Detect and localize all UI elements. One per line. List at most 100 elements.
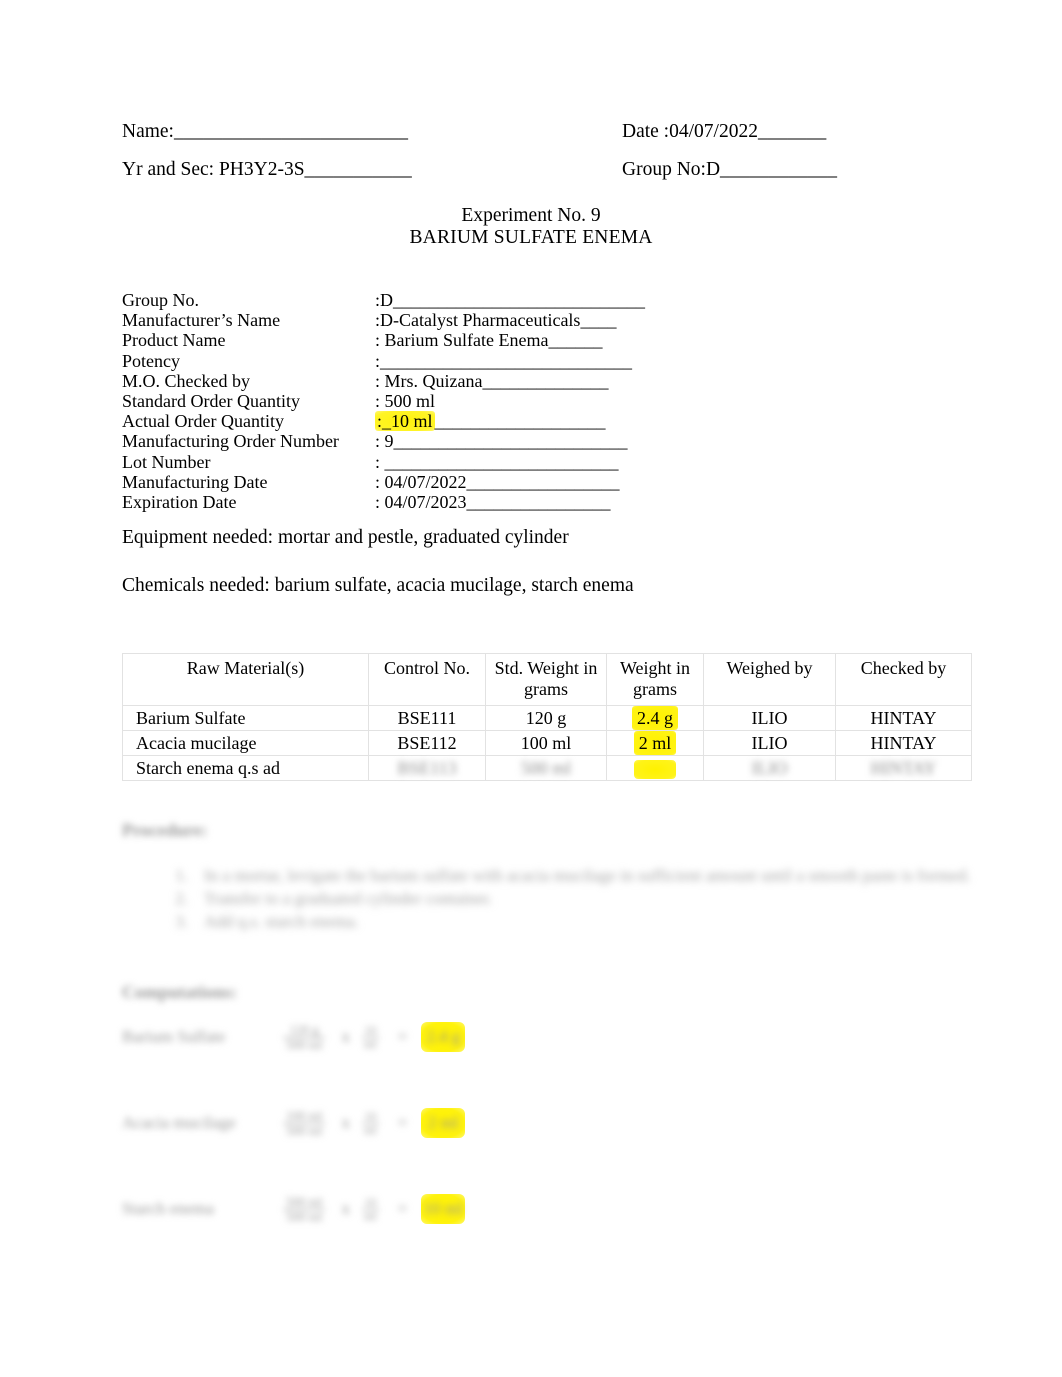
obscured-value: HINTAY bbox=[870, 758, 937, 778]
info-line: Product Name : Barium Sulfate Enema______ bbox=[122, 330, 645, 350]
info-value-text: : 04/07/2022 bbox=[375, 471, 467, 492]
table-cell-std-weight: 120 g bbox=[485, 705, 607, 731]
table-row: Barium Sulfate BSE111 120 g 2.4 g ILIO HINTAY bbox=[122, 705, 972, 731]
info-line: Manufacturing Date: 04/07/2022__________… bbox=[122, 472, 645, 492]
factor-numerator: 10 bbox=[364, 1194, 377, 1209]
fraction-denominator: 500 ml bbox=[283, 1036, 326, 1052]
table-cell-weight: 2.4 g bbox=[606, 705, 704, 731]
info-value-text: : 04/07/2023 bbox=[375, 492, 467, 513]
procedure-item: 3. Add q.s. starch enema. bbox=[150, 911, 980, 933]
table-body: Barium Sulfate BSE111 120 g 2.4 g ILIO HINTAY… bbox=[122, 705, 972, 781]
computation-label: Barium Sulfate bbox=[122, 1027, 226, 1046]
computation-fraction: 500 ml 500 ml bbox=[283, 1194, 326, 1224]
document-title-block: Experiment No. 9 BARIUM SULFATE ENEMA bbox=[0, 205, 1062, 249]
name-label: Name: bbox=[122, 121, 174, 142]
factor-numerator: 10 bbox=[364, 1108, 377, 1123]
info-value-text: :_10 ml bbox=[375, 411, 435, 432]
date-field: Date :04/07/2022_______ bbox=[622, 122, 962, 142]
info-value-blank: __________________________ bbox=[384, 451, 619, 472]
info-value: :_10 ml ___________________ bbox=[375, 411, 606, 432]
group-no-field: Group No:D____________ bbox=[622, 160, 962, 180]
obscured-value: 500 ml bbox=[520, 758, 572, 778]
fraction-denominator: 500 ml bbox=[283, 1122, 326, 1138]
procedure-item-number: 2. bbox=[175, 889, 188, 908]
table-cell-control-no: BSE112 bbox=[368, 730, 486, 756]
computation-row-3: Starch enema 500 ml 500 ml x 10 ml = 10 ml bbox=[122, 1184, 466, 1234]
info-label: M.O. Checked by bbox=[122, 370, 250, 391]
table-header-row: Raw Material(s) Control No. Std. Weight in… bbox=[122, 653, 972, 706]
name-field: Name:________________________ bbox=[122, 122, 622, 142]
table-column-header: Weight in grams bbox=[606, 653, 704, 706]
info-label: Manufacturer’s Name bbox=[122, 310, 281, 331]
header-row-yrsec-group: Yr and Sec: PH3Y2-3S___________ Group No… bbox=[122, 160, 966, 180]
info-value-blank: ______________ bbox=[482, 370, 609, 391]
computation-result: 10 ml bbox=[421, 1194, 466, 1224]
info-label: Manufacturing Order Number bbox=[122, 431, 339, 452]
info-value-blank: __________________________ bbox=[393, 431, 628, 452]
info-value: : __________________________ bbox=[375, 452, 619, 472]
computation-operator: x bbox=[341, 1199, 350, 1218]
computation-result: 2 ml bbox=[421, 1108, 466, 1138]
table-cell-weighed-by: ILIO bbox=[703, 755, 836, 781]
computation-result: 2.4 g bbox=[421, 1022, 466, 1052]
computation-label: Acacia mucilage bbox=[122, 1113, 236, 1132]
fraction-numerator: 100 ml bbox=[286, 1107, 323, 1123]
info-value-text: : 9 bbox=[375, 431, 394, 452]
table-column-header: Checked by bbox=[835, 653, 972, 706]
info-line: M.O. Checked by : Mrs. Quizana___________… bbox=[122, 371, 645, 391]
computation-factor-fraction: 10 ml bbox=[361, 1194, 379, 1223]
info-label: Potency bbox=[122, 350, 180, 371]
info-value-text: :D-Catalyst Pharmaceuticals bbox=[375, 310, 581, 331]
table-cell-checked-by: HINTAY bbox=[835, 755, 972, 781]
info-value: : Mrs. Quizana______________ bbox=[375, 371, 608, 391]
procedure-heading-label: Procedure: bbox=[122, 820, 208, 840]
procedure-item-text: Transfer to a graduated cylinder contain… bbox=[204, 889, 493, 908]
highlighted-value: 2.4 g bbox=[632, 706, 678, 730]
table-cell-control-no: BSE113 bbox=[368, 755, 486, 781]
info-value-text: : Barium Sulfate Enema bbox=[375, 330, 549, 351]
year-section-field: Yr and Sec: PH3Y2-3S___________ bbox=[122, 160, 622, 180]
year-section-blank: ___________ bbox=[304, 159, 412, 180]
table-cell-checked-by: HINTAY bbox=[835, 730, 972, 756]
table-cell-std-weight: 100 ml bbox=[485, 730, 607, 756]
table-cell-raw-material: Starch enema q.s ad bbox=[122, 755, 369, 781]
product-info-list: Group No.:D____________________________ M… bbox=[122, 290, 645, 512]
info-line: Group No.:D____________________________ bbox=[122, 290, 645, 310]
info-value: :____________________________ bbox=[375, 351, 632, 371]
year-section-label: Yr and Sec: bbox=[122, 159, 219, 180]
table-cell-raw-material: Acacia mucilage bbox=[122, 730, 369, 756]
raw-materials-table-wrapper: Raw Material(s) Control No. Std. Weight in… bbox=[122, 653, 972, 781]
table-column-header: Weighed by bbox=[703, 653, 836, 706]
chemicals-needed-text: Chemicals needed: barium sulfate, acacia… bbox=[122, 575, 634, 596]
info-value-blank: ______ bbox=[548, 330, 603, 351]
factor-denominator: ml bbox=[361, 1036, 379, 1051]
procedure-item-number: 1. bbox=[175, 866, 188, 885]
computation-result-value: 10 ml bbox=[423, 1199, 463, 1218]
info-line: Manufacturing Order Number : 9___________… bbox=[122, 431, 645, 451]
info-value-blank: ____________________________ bbox=[380, 350, 633, 371]
info-value-text: : bbox=[375, 451, 385, 472]
info-value: : Barium Sulfate Enema______ bbox=[375, 330, 602, 350]
info-label: Lot Number bbox=[122, 451, 211, 472]
info-value: : 04/07/2023________________ bbox=[375, 492, 611, 512]
info-line: Standard Order Quantity: 500 ml bbox=[122, 391, 645, 411]
info-line: Manufacturer’s Name :D-Catalyst Pharmaceu… bbox=[122, 310, 645, 330]
factor-denominator: ml bbox=[361, 1122, 379, 1137]
info-value: :D-Catalyst Pharmaceuticals____ bbox=[375, 310, 616, 330]
info-value-text: : Mrs. Quizana bbox=[375, 370, 483, 391]
computation-row-1: Barium Sulfate 120 g 500 ml x 10 ml = 2.4 g bbox=[122, 1012, 466, 1062]
document-page: Name:________________________ Date :04/0… bbox=[0, 0, 1062, 1377]
computation-equals: = bbox=[397, 1027, 408, 1046]
fraction-numerator: 120 g bbox=[289, 1021, 319, 1037]
info-value-blank: ___________________ bbox=[434, 411, 606, 432]
table-cell-weighed-by: ILIO bbox=[703, 730, 836, 756]
year-section-value: PH3Y2-3S bbox=[218, 159, 305, 180]
table-cell-weight bbox=[606, 755, 704, 781]
info-label: Manufacturing Date bbox=[122, 471, 268, 492]
info-label: Product Name bbox=[122, 330, 226, 351]
computation-equals: = bbox=[397, 1199, 408, 1218]
info-line: Lot Number: __________________________ bbox=[122, 452, 645, 472]
table-column-header: Control No. bbox=[368, 653, 486, 706]
factor-numerator: 10 bbox=[364, 1022, 377, 1037]
date-blank: _______ bbox=[757, 121, 827, 142]
